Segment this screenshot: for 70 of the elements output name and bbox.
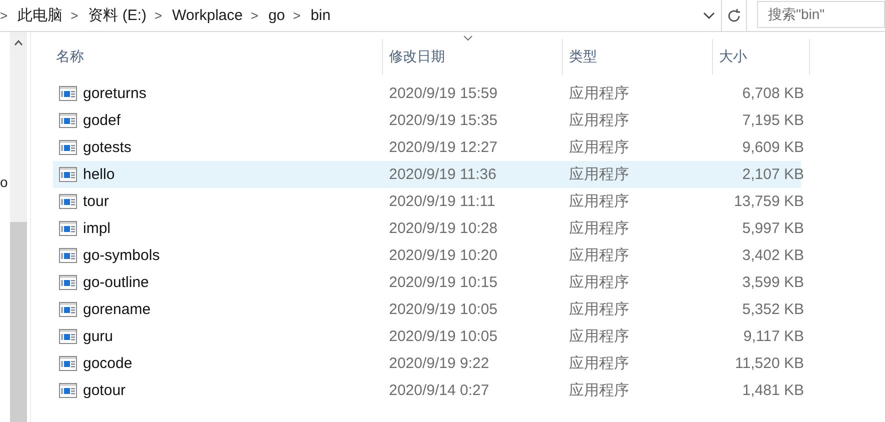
file-name: godef [83,112,121,129]
breadcrumb-separator: > [70,8,78,23]
file-name: gocode [83,355,132,372]
file-type: 应用程序 [568,84,630,103]
application-icon [59,275,77,290]
column-header[interactable]: 类型 [569,48,597,66]
scroll-up-icon[interactable] [14,40,23,46]
search-field[interactable]: 搜索"bin" [757,1,885,28]
scrollbar[interactable] [10,32,27,422]
modified-date: 2020/9/19 11:36 [388,166,498,183]
file-name: gotour [83,382,126,399]
modified-date: 2020/9/19 10:05 [388,301,498,318]
column-header[interactable]: 修改日期 [389,48,445,66]
file-type: 应用程序 [568,327,630,346]
file-name: impl [83,220,111,237]
application-icon [59,356,77,371]
breadcrumb-item[interactable]: bin [310,7,331,24]
modified-date: 2020/9/19 9:22 [388,355,490,372]
application-icon [59,140,77,155]
file-name: go-symbols [83,247,160,264]
file-type: 应用程序 [568,381,630,400]
modified-date: 2020/9/19 15:35 [388,112,498,129]
column-header[interactable]: 名称 [56,48,84,66]
application-icon [59,383,77,398]
file-name: guru [83,328,114,345]
file-type: 应用程序 [568,300,630,319]
application-icon [59,194,77,209]
file-type: 应用程序 [568,246,630,265]
scrollbar-thumb[interactable] [10,222,27,422]
file-name: goreturns [83,85,146,102]
application-icon [59,86,77,101]
column-header[interactable]: 大小 [719,48,747,66]
modified-date: 2020/9/19 10:05 [388,328,498,345]
modified-date: 2020/9/19 15:59 [388,85,498,102]
file-type: 应用程序 [568,354,630,373]
application-icon [59,302,77,317]
modified-date: 2020/9/19 11:11 [388,193,496,210]
file-type: 应用程序 [568,192,630,211]
file-type: 应用程序 [568,138,630,157]
file-name: gorename [83,301,151,318]
application-icon [59,329,77,344]
application-icon [59,248,77,263]
modified-date: 2020/9/19 10:15 [388,274,498,291]
application-icon [59,167,77,182]
breadcrumb-item[interactable]: go [268,7,285,24]
breadcrumb-separator: > [250,8,258,23]
modified-date: 2020/9/19 10:20 [388,247,498,264]
breadcrumb-item[interactable]: 此电脑 [18,6,63,25]
file-name: gotests [83,139,132,156]
modified-date: 2020/9/14 0:27 [388,382,490,399]
file-row[interactable]: hello 2020/9/19 11:36 应用程序 2,107 KB [53,161,801,188]
refresh-icon[interactable] [726,8,742,24]
file-name: tour [83,193,109,210]
breadcrumb-item[interactable]: 资料 (E:) [88,6,147,25]
breadcrumb-separator: > [154,8,162,23]
modified-date: 2020/9/19 10:28 [388,220,498,237]
file-type: 应用程序 [568,273,630,292]
application-icon [59,221,77,236]
nav-item[interactable]: o [0,174,8,190]
application-icon [59,113,77,128]
modified-date: 2020/9/19 12:27 [388,139,498,156]
file-name: hello [83,166,115,183]
breadcrumb-item[interactable]: Workplace [172,7,243,24]
file-type: 应用程序 [568,219,630,238]
file-name: go-outline [83,274,149,291]
file-type: 应用程序 [568,165,630,184]
breadcrumb-separator: > [0,8,8,23]
breadcrumb-separator: > [293,8,301,23]
chevron-down-icon[interactable] [703,12,715,20]
file-type: 应用程序 [568,111,630,130]
